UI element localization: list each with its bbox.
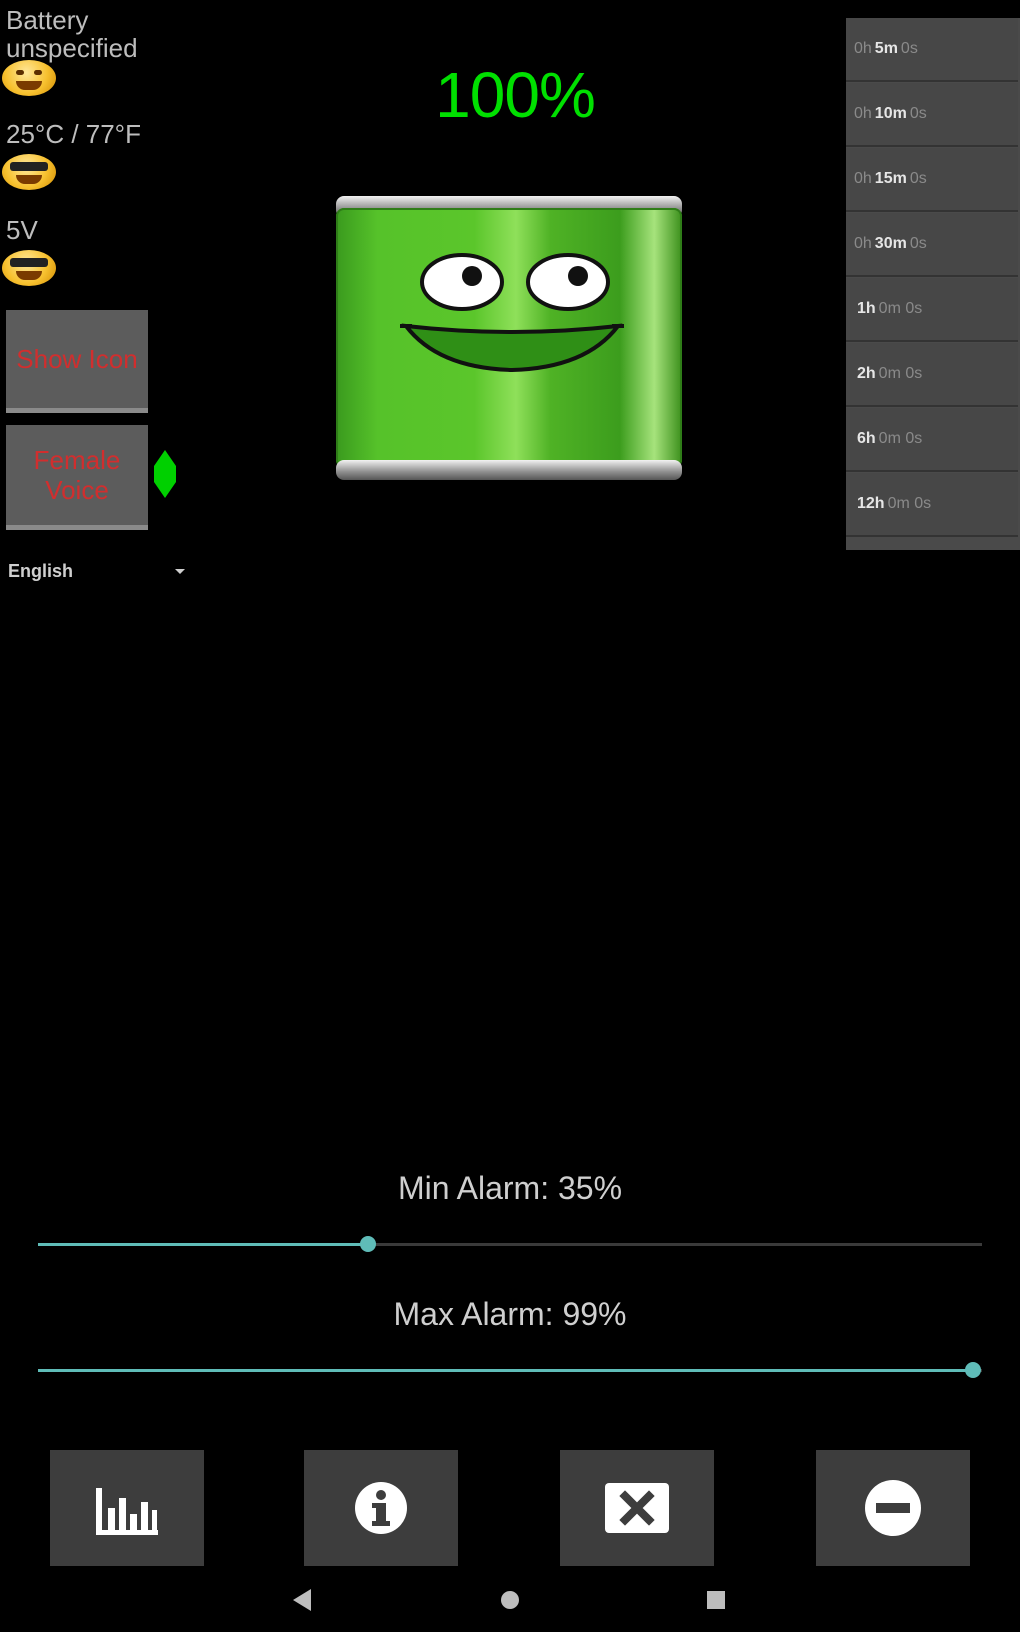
battery-body (336, 208, 682, 468)
info-button[interactable] (304, 1450, 458, 1566)
female-voice-label-2: Voice (45, 475, 109, 505)
time-row[interactable]: 12h 0m 0s (846, 473, 1018, 537)
voltage-emoji-icon (2, 250, 56, 286)
close-button[interactable] (560, 1450, 714, 1566)
max-alarm-fill (38, 1369, 973, 1372)
max-alarm-thumb[interactable] (965, 1362, 981, 1378)
time-row-main: 2h (857, 365, 876, 382)
time-row[interactable]: 2h 0m 0s (846, 343, 1018, 407)
time-row-post: 0m 0s (878, 365, 923, 382)
time-row-pre: 0h (854, 235, 872, 252)
max-alarm-slider[interactable] (38, 1362, 982, 1378)
time-row-main: 15m (874, 170, 907, 187)
show-icon-button[interactable]: Show Icon (6, 310, 148, 413)
time-row-pre: 0h (854, 105, 872, 122)
time-row-pre: 0h (854, 170, 872, 187)
nav-home-icon[interactable] (501, 1591, 519, 1609)
time-row-post: 0s (909, 170, 927, 187)
min-alarm-slider[interactable] (38, 1236, 982, 1252)
bar-chart-icon (96, 1488, 158, 1535)
time-row-post: 0m 0s (878, 430, 923, 447)
time-row-post: 0s (900, 40, 918, 57)
close-box-icon (605, 1483, 669, 1533)
nav-back-icon[interactable] (293, 1589, 311, 1611)
nav-recent-icon[interactable] (707, 1591, 725, 1609)
time-row-main: 5m (874, 40, 898, 57)
time-row-post: 0m 0s (878, 300, 923, 317)
battery-graphic (334, 196, 684, 484)
voice-adjust-icon[interactable] (148, 450, 182, 498)
time-row-main: 6h (857, 430, 876, 447)
time-row-post: 0s (909, 235, 927, 252)
health-label: Battery unspecified (6, 6, 138, 62)
battery-bottom-cap (336, 460, 682, 480)
health-emoji-icon (2, 60, 56, 96)
female-voice-label-1: Female (33, 445, 121, 475)
time-row-main: 1h (857, 300, 876, 317)
minus-circle-icon (865, 1480, 921, 1536)
max-alarm-label: Max Alarm: 99% (393, 1296, 627, 1332)
battery-face-icon (400, 253, 624, 373)
battery-percent: 100% (435, 59, 596, 131)
time-row[interactable]: 0h 15m 0s (846, 148, 1018, 212)
time-estimate-panel: 0h 5m 0s 0h 10m 0s 0h 15m 0s 0h 30m 0s 1h 0m 0s 2h 0m 0… (846, 18, 1020, 550)
time-row[interactable]: 1h 0m 0s (846, 278, 1018, 342)
female-voice-button[interactable]: Female Voice (6, 425, 148, 530)
voltage-label: 5V (6, 215, 38, 245)
time-row-pre: 0h (854, 40, 872, 57)
time-row[interactable]: 0h 10m 0s (846, 83, 1018, 147)
minimize-button[interactable] (816, 1450, 970, 1566)
min-alarm-fill (38, 1243, 368, 1246)
language-select[interactable]: English (8, 561, 73, 582)
min-alarm-label: Min Alarm: 35% (397, 1170, 623, 1206)
show-icon-label: Show Icon (16, 344, 138, 374)
time-row[interactable]: 6h 0m 0s (846, 408, 1018, 472)
info-icon (355, 1482, 407, 1534)
stats-button[interactable] (50, 1450, 204, 1566)
time-row-main: 12h (857, 495, 885, 512)
temperature-label: 25°C / 77°F (6, 119, 141, 149)
health-line-2: unspecified (6, 33, 138, 63)
time-row-post: 0s (909, 105, 927, 122)
time-row[interactable]: 0h 5m 0s (846, 18, 1018, 82)
min-alarm-thumb[interactable] (360, 1236, 376, 1252)
time-row[interactable]: 0h 30m 0s (846, 213, 1018, 277)
chevron-down-icon[interactable] (175, 569, 185, 574)
temperature-emoji-icon (2, 154, 56, 190)
health-line-1: Battery (6, 5, 89, 35)
time-row-main: 10m (874, 105, 907, 122)
time-row-post: 0m 0s (887, 495, 932, 512)
time-row-main: 30m (874, 235, 907, 252)
